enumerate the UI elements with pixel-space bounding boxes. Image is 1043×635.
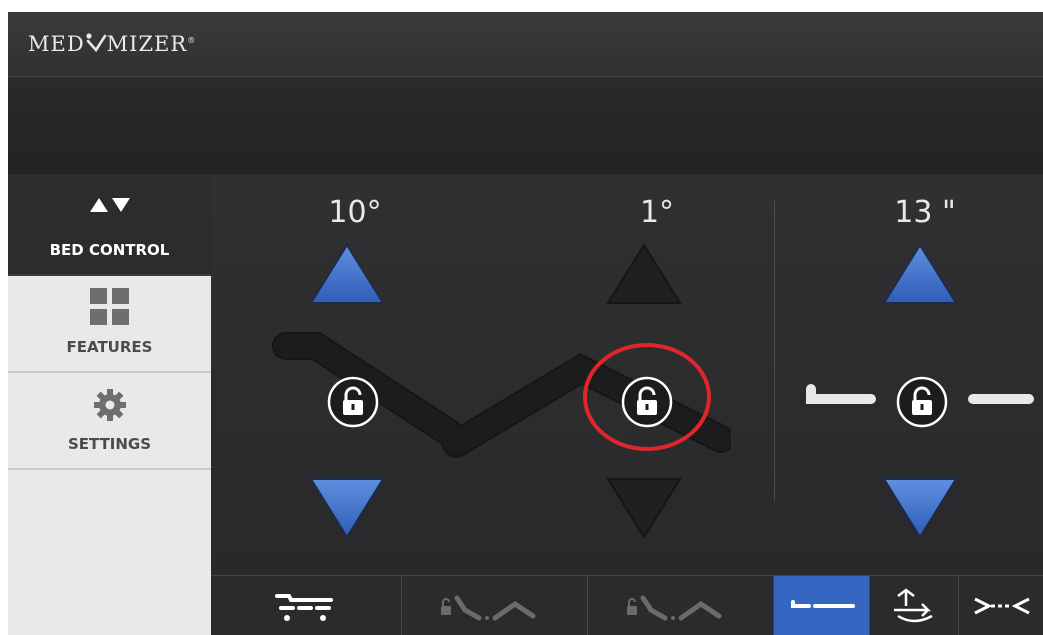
grid-icon [89,288,129,325]
locked-knee-gatch-icon [440,595,535,621]
sidebar-item-label: FEATURES [66,338,153,356]
flat-preset-button[interactable] [774,576,870,635]
sidebar-item-label: SETTINGS [67,435,152,453]
bed-frame-preset-button[interactable] [211,576,402,635]
rotate-preset-button[interactable] [870,576,959,635]
message-bar [8,77,1043,174]
height-lock-button[interactable] [894,374,950,430]
highlight-circle [583,343,711,451]
sidebar: BED CONTROL FEATURES SETTINGS [8,179,211,635]
head-lock-button[interactable] [325,374,381,430]
sidebar-item-bed-control[interactable]: BED CONTROL [8,179,211,276]
foot-angle-value: 1° [639,195,675,230]
position-preset-bar [211,575,1043,635]
sidebar-item-features[interactable]: FEATURES [8,276,211,373]
section-divider [774,201,775,501]
sidebar-item-label: BED CONTROL [49,241,170,259]
foot-down-button[interactable] [606,477,682,539]
flat-bed-icon [790,600,855,608]
bed-height-value: 13 " [894,195,956,230]
gear-icon [93,389,126,421]
height-down-button[interactable] [882,477,958,539]
up-down-arrows-icon [89,198,130,212]
locked-gatch-preset-button-2[interactable] [588,576,774,635]
bed-control-panel: 10° 1° 13 " [211,179,1043,575]
head-angle-value: 10° [328,195,382,230]
sidebar-item-settings[interactable]: SETTINGS [8,373,211,470]
bed-frame-icon [275,594,337,621]
foot-up-button[interactable] [606,243,682,305]
bed-control-screen: MED MIZER® BED CONTROL FEATURES SETTINGS… [8,12,1043,635]
top-bar: MED MIZER® [8,12,1043,77]
head-down-button[interactable] [309,477,385,539]
height-up-button[interactable] [882,243,958,305]
compress-preset-button[interactable] [959,576,1043,635]
brand-logo: MED MIZER® [28,32,197,56]
compress-icon [974,597,1030,615]
locked-knee-gatch-icon [626,595,721,621]
logo-figure-icon [86,33,106,53]
rotate-icon [894,588,933,623]
head-up-button[interactable] [309,243,385,305]
locked-gatch-preset-button-1[interactable] [402,576,588,635]
